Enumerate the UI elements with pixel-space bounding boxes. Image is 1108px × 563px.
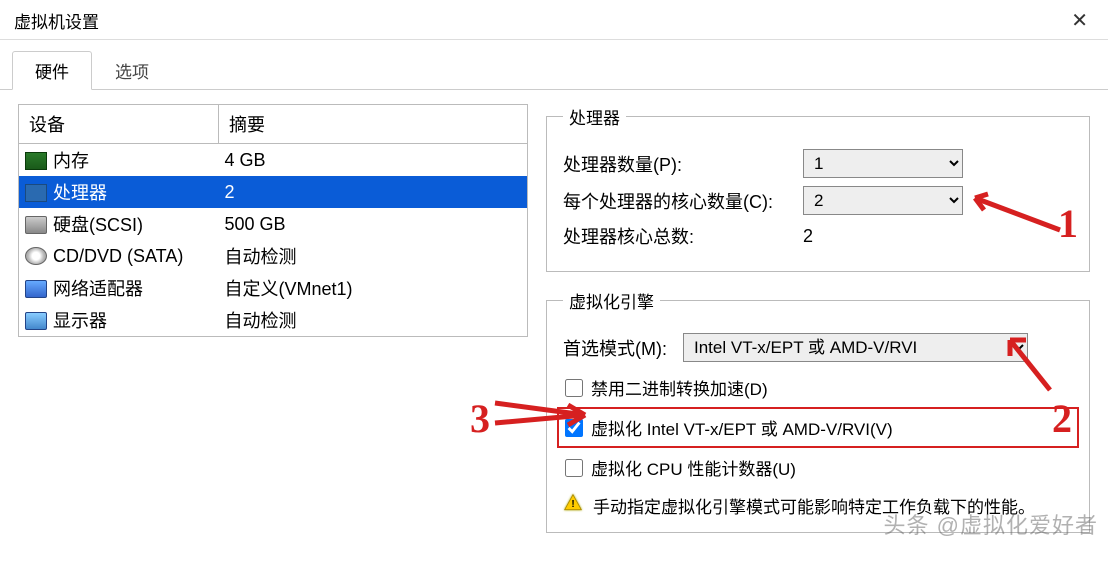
check-vtx-row[interactable]: 虚拟化 Intel VT-x/EPT 或 AMD-V/RVI(V) [557,407,1079,448]
device-row[interactable]: 显示器 自动检测 [19,304,528,337]
preferred-mode-select[interactable]: Intel VT-x/EPT 或 AMD-V/RVI [683,333,1028,362]
device-name: 硬盘(SCSI) [53,215,143,235]
device-row[interactable]: CD/DVD (SATA) 自动检测 [19,240,528,272]
tab-hardware[interactable]: 硬件 [12,51,92,90]
warning-icon: ! [563,493,583,513]
window-title: 虚拟机设置 [14,8,99,33]
processor-total-label: 处理器核心总数: [563,223,793,249]
device-row[interactable]: 硬盘(SCSI) 500 GB [19,208,528,240]
memory-icon [25,152,47,170]
tab-options[interactable]: 选项 [92,51,172,90]
processor-legend: 处理器 [563,104,626,129]
disk-icon [25,216,47,234]
device-name: CD/DVD (SATA) [53,246,183,266]
col-summary: 摘要 [219,105,528,144]
preferred-mode-label: 首选模式(M): [563,335,673,361]
device-row[interactable]: 内存 4 GB [19,144,528,177]
virt-engine-legend: 虚拟化引擎 [563,288,660,313]
watermark: 头条 @虚拟化爱好者 [884,508,1098,540]
device-row[interactable]: 网络适配器 自定义(VMnet1) [19,272,528,304]
device-summary: 2 [219,176,528,208]
virt-engine-group: 虚拟化引擎 首选模式(M): Intel VT-x/EPT 或 AMD-V/RV… [546,288,1090,533]
processor-count-select[interactable]: 1 [803,149,963,178]
net-icon [25,280,47,298]
device-summary: 自动检测 [219,304,528,337]
device-name: 网络适配器 [53,279,143,299]
check-vtx-label: 虚拟化 Intel VT-x/EPT 或 AMD-V/RVI(V) [591,415,893,440]
check-cpu-perf-row[interactable]: 虚拟化 CPU 性能计数器(U) [563,450,1073,485]
check-cpu-perf-label: 虚拟化 CPU 性能计数器(U) [591,455,796,480]
device-name: 内存 [53,151,89,171]
device-table: 设备 摘要 内存4 GB处理器2硬盘(SCSI)500 GBCD/DVD (SA… [18,104,528,337]
device-name: 显示器 [53,311,107,331]
processor-group: 处理器 处理器数量(P): 1 每个处理器的核心数量(C): 2 处理器核心总数… [546,104,1090,272]
device-summary: 自动检测 [219,240,528,272]
close-icon[interactable]: ✕ [1065,8,1094,33]
device-row[interactable]: 处理器 2 [19,176,528,208]
device-summary: 500 GB [219,208,528,240]
cd-icon [25,247,47,265]
svg-text:!: ! [571,499,574,510]
device-name: 处理器 [53,183,107,203]
check-vtx[interactable] [565,419,583,437]
col-device: 设备 [19,105,219,144]
check-binary-label: 禁用二进制转换加速(D) [591,375,768,400]
display-icon [25,312,47,330]
processor-cores-select[interactable]: 2 [803,186,963,215]
check-binary[interactable] [565,379,583,397]
device-summary: 4 GB [219,144,528,177]
processor-total-value: 2 [803,226,963,247]
device-summary: 自定义(VMnet1) [219,272,528,304]
cpu-icon [25,184,47,202]
check-binary-row[interactable]: 禁用二进制转换加速(D) [563,370,1073,405]
processor-count-label: 处理器数量(P): [563,151,793,177]
check-cpu-perf[interactable] [565,459,583,477]
processor-cores-label: 每个处理器的核心数量(C): [563,188,793,214]
